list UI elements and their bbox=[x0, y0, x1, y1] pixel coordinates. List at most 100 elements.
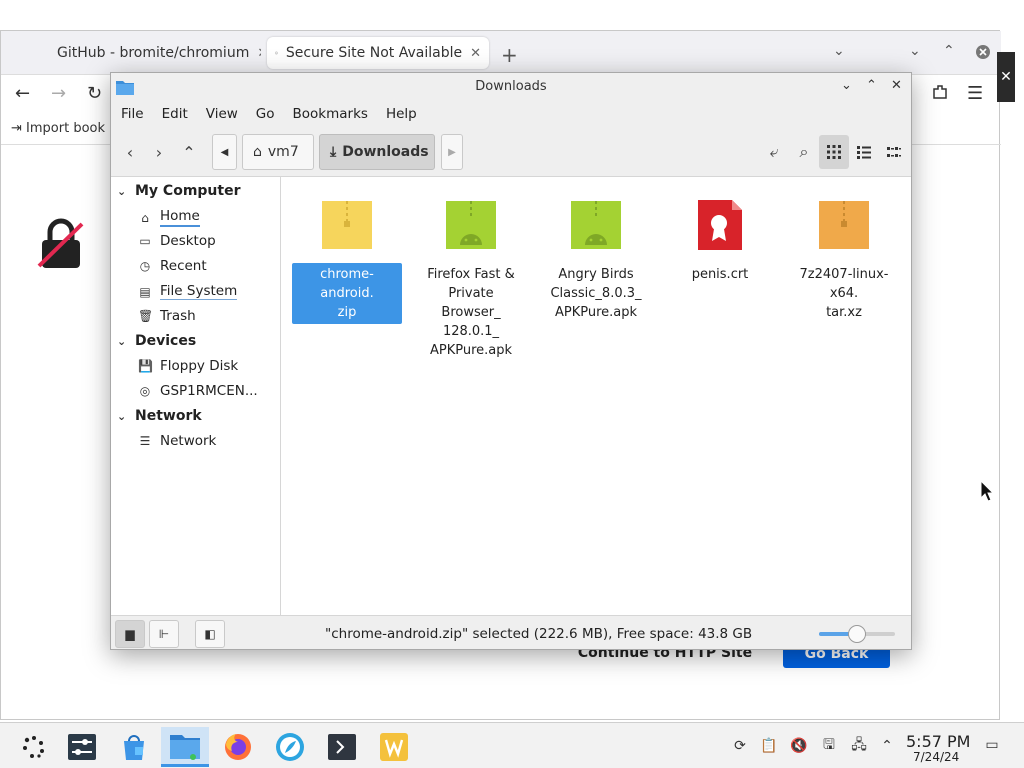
sidebar-item-desktop[interactable]: ▭ Desktop bbox=[138, 233, 215, 249]
task-wine[interactable] bbox=[370, 727, 418, 767]
task-terminal[interactable] bbox=[318, 727, 366, 767]
device-notifier-icon[interactable]: 🖫 bbox=[819, 737, 839, 755]
up-icon[interactable]: ⌃ bbox=[178, 141, 200, 163]
new-tab-icon[interactable]: + bbox=[501, 43, 518, 67]
close-icon[interactable]: ✕ bbox=[997, 52, 1015, 102]
tab-list-chevron-icon[interactable]: ⌄ bbox=[833, 43, 845, 59]
menu-help[interactable]: Help bbox=[386, 106, 417, 122]
location-toggle-icon[interactable]: ⤶ bbox=[763, 141, 785, 163]
menu-edit[interactable]: Edit bbox=[162, 106, 188, 122]
clock-date[interactable]: 7/24/24 bbox=[913, 750, 959, 764]
sidebar-item-file-system[interactable]: ▤ File System bbox=[138, 283, 238, 300]
show-desktop-icon[interactable]: ▭ bbox=[982, 736, 1002, 754]
zip-file-icon bbox=[322, 201, 372, 249]
section-header: My Computer bbox=[135, 183, 241, 199]
breadcrumb-home[interactable]: ⌂ vm7 bbox=[242, 134, 314, 170]
menu-go[interactable]: Go bbox=[256, 106, 275, 122]
tab-label: Secure Site Not Available bbox=[285, 45, 463, 61]
task-system-settings[interactable] bbox=[58, 727, 106, 767]
menu-bookmarks[interactable]: Bookmarks bbox=[293, 106, 368, 122]
forward-icon[interactable]: → bbox=[51, 83, 66, 104]
section-my-computer[interactable]: ⌄ My Computer bbox=[117, 183, 241, 199]
file-view[interactable]: chrome-android. zip Firefox Fast & Priva… bbox=[282, 177, 911, 615]
section-devices[interactable]: ⌄ Devices bbox=[117, 333, 196, 349]
volume-muted-icon[interactable]: 🔇 bbox=[789, 737, 809, 755]
section-header: Devices bbox=[135, 333, 197, 349]
minimize-icon[interactable]: ⌄ bbox=[909, 43, 921, 59]
zoom-slider-handle[interactable] bbox=[848, 625, 866, 643]
file-item[interactable]: Firefox Fast & Private Browser_ 128.0.1_… bbox=[416, 199, 526, 362]
reload-icon[interactable]: ↻ bbox=[87, 83, 102, 104]
list-view-button[interactable] bbox=[853, 141, 875, 163]
floppy-icon: 💾 bbox=[138, 359, 153, 373]
sidebar-item-label: Floppy Disk bbox=[160, 358, 239, 374]
file-name: penis.crt bbox=[691, 267, 749, 282]
clock-time[interactable]: 5:57 PM bbox=[906, 732, 970, 751]
menu-view[interactable]: View bbox=[206, 106, 238, 122]
tab-github[interactable]: GitHub - bromite/chromium ✕ bbox=[41, 37, 261, 69]
icon-view-button[interactable] bbox=[819, 135, 849, 169]
sidebar-item-disc[interactable]: ◎ GSP1RMCEN... bbox=[138, 383, 258, 399]
close-window-icon[interactable] bbox=[975, 44, 991, 60]
breadcrumb-left-arrow[interactable]: ◀ bbox=[212, 134, 237, 170]
title-bar[interactable]: Downloads ⌄ ⌃ ✕ bbox=[111, 73, 911, 101]
bookmarks-toolbar[interactable]: ⇥ Import book bbox=[11, 121, 105, 136]
maximize-icon[interactable]: ⌃ bbox=[866, 78, 877, 93]
tray-expand-chevron-icon[interactable]: ⌃ bbox=[877, 737, 897, 755]
breadcrumb-right-arrow[interactable]: ▶ bbox=[441, 134, 463, 170]
extensions-icon[interactable] bbox=[931, 83, 949, 106]
sidebar-item-network[interactable]: ☰ Network bbox=[138, 433, 217, 449]
tab-secure-site[interactable]: Secure Site Not Available ✕ bbox=[267, 37, 489, 69]
section-network[interactable]: ⌄ Network bbox=[117, 408, 202, 424]
file-item[interactable]: penis.crt bbox=[665, 199, 775, 286]
minimize-icon[interactable]: ⌄ bbox=[841, 78, 852, 93]
toggle-sidebar-button[interactable]: ◧ bbox=[195, 620, 225, 648]
tree-pane-button[interactable]: ⊩ bbox=[149, 620, 179, 648]
back-icon[interactable]: ‹ bbox=[119, 141, 141, 163]
home-icon: ⌂ bbox=[253, 144, 262, 160]
sidebar-item-recent[interactable]: ◷ Recent bbox=[138, 258, 207, 274]
file-item[interactable]: 7z2407-linux-x64. tar.xz bbox=[789, 199, 899, 324]
network-icon: ☰ bbox=[139, 434, 151, 448]
clipboard-icon[interactable]: 📋 bbox=[759, 737, 779, 755]
maximize-icon[interactable]: ⌃ bbox=[943, 43, 955, 59]
toolbar: ‹ › ⌃ ◀ ⌂ vm7 ⤓ Downloads ▶ ⤶ ⌕ bbox=[111, 127, 911, 177]
sidebar-item-trash[interactable]: 🗑 Trash bbox=[138, 308, 196, 324]
file-name: Firefox Fast & Private Browser_ 128.0.1_… bbox=[427, 267, 515, 358]
close-tab-icon[interactable]: ✕ bbox=[257, 46, 261, 61]
file-item[interactable]: chrome-android. zip bbox=[292, 199, 402, 324]
network-status-icon[interactable]: 🖧 bbox=[849, 737, 869, 755]
download-icon: ⤓ bbox=[330, 144, 337, 160]
task-firefox[interactable] bbox=[214, 727, 262, 767]
recent-icon: ◷ bbox=[139, 259, 151, 273]
sidebar-item-home[interactable]: ⌂ Home bbox=[138, 208, 200, 227]
places-pane-button[interactable]: ▆ bbox=[115, 620, 145, 648]
back-icon[interactable]: ← bbox=[15, 83, 30, 104]
breadcrumb-downloads[interactable]: ⤓ Downloads bbox=[319, 134, 435, 170]
triangle-left-icon: ◀ bbox=[220, 146, 229, 158]
sidebar-item-label: Network bbox=[160, 433, 217, 449]
sidebar: ⌄ My Computer ⌂ Home ▭ Desktop ◷ Recent … bbox=[111, 177, 281, 615]
sidebar-item-label: File System bbox=[160, 283, 238, 300]
archive-file-icon bbox=[819, 201, 869, 249]
task-file-manager[interactable] bbox=[161, 727, 209, 767]
window-title: Downloads bbox=[475, 79, 547, 94]
file-item[interactable]: Angry Birds Classic_8.0.3_ APKPure.apk bbox=[541, 199, 651, 324]
search-icon[interactable]: ⌕ bbox=[793, 141, 815, 163]
broken-lock-icon bbox=[37, 218, 84, 268]
settings-app-icon bbox=[68, 734, 96, 760]
sidebar-item-floppy[interactable]: 💾 Floppy Disk bbox=[138, 358, 238, 374]
task-app-blue[interactable] bbox=[266, 727, 314, 767]
close-tab-icon[interactable]: ✕ bbox=[470, 46, 481, 61]
menu-file[interactable]: File bbox=[121, 106, 144, 122]
terminal-icon bbox=[328, 734, 356, 760]
menu-icon[interactable]: ☰ bbox=[967, 83, 983, 104]
apk-file-icon bbox=[571, 201, 621, 249]
app-launcher-button[interactable] bbox=[10, 727, 58, 767]
import-bookmarks-label: Import book bbox=[26, 121, 106, 136]
close-icon[interactable]: ✕ bbox=[891, 78, 902, 93]
updates-icon[interactable]: ⟳ bbox=[730, 737, 750, 755]
task-discover[interactable] bbox=[110, 727, 158, 767]
forward-icon[interactable]: › bbox=[148, 141, 170, 163]
compact-view-button[interactable] bbox=[883, 141, 905, 163]
